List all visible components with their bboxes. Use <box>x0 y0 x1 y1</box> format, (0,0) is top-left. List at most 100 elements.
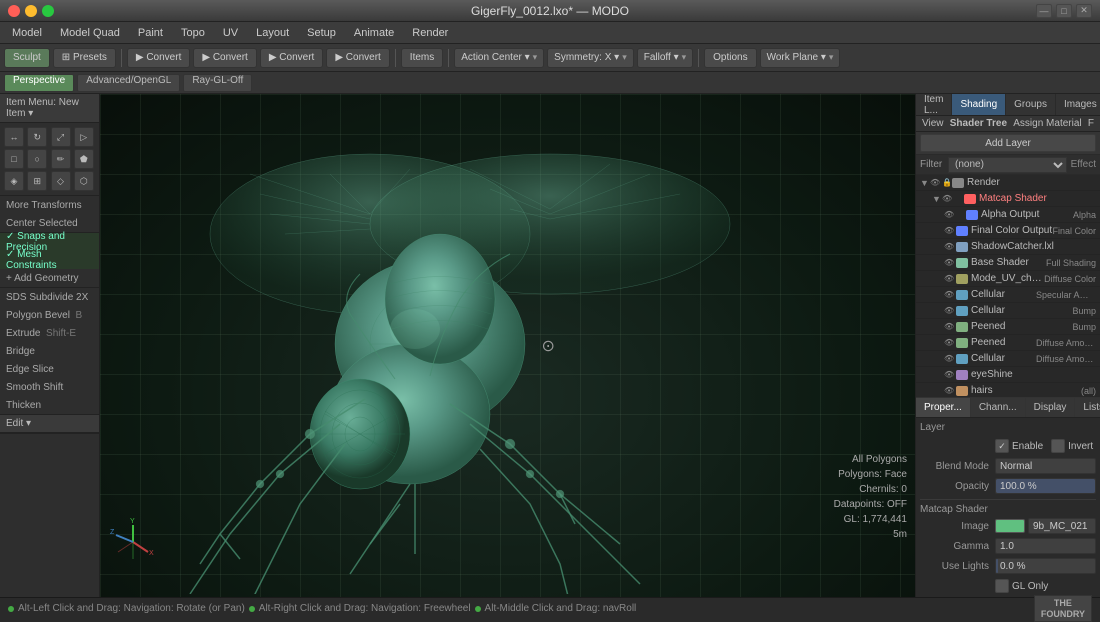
mesh-constraints[interactable]: ✓ Mesh Constraints <box>0 251 99 269</box>
tree-item-shadowcatcher[interactable]: 👁 ShadowCatcher.lxl <box>916 239 1100 255</box>
convert-btn-2[interactable]: ▶ Convert <box>193 48 256 68</box>
invert-checkbox[interactable] <box>1051 439 1065 453</box>
minimize-button[interactable] <box>25 5 37 17</box>
bridge[interactable]: Bridge <box>0 342 99 360</box>
visibility-icon[interactable]: 👁 <box>944 354 956 363</box>
presets-button[interactable]: ⊞ Presets <box>53 48 116 68</box>
use-lights-value[interactable]: 0.0 % <box>995 558 1096 574</box>
tool-box[interactable]: □ <box>4 149 24 169</box>
close-button[interactable] <box>8 5 20 17</box>
menu-item-animate[interactable]: Animate <box>346 25 402 41</box>
visibility-icon[interactable]: 👁 <box>944 290 956 299</box>
menu-item-setup[interactable]: Setup <box>299 25 344 41</box>
tree-item-eyeshine[interactable]: 👁 eyeShine <box>916 367 1100 383</box>
visibility-icon[interactable]: 👁 <box>944 242 956 251</box>
symmetry-dropdown[interactable]: Symmetry: X ▾ <box>547 48 634 68</box>
item-menu-dropdown[interactable]: Item Menu: New Item ▾ <box>0 94 99 123</box>
visibility-icon[interactable]: 👁 <box>942 194 954 203</box>
convert-btn-4[interactable]: ▶ Convert <box>326 48 389 68</box>
sds-subdivide[interactable]: SDS Subdivide 2X <box>0 288 99 306</box>
menu-item-paint[interactable]: Paint <box>130 25 171 41</box>
tree-item-alpha[interactable]: 👁 Alpha Output Alpha <box>916 207 1100 223</box>
add-layer-button[interactable]: Add Layer <box>920 134 1096 152</box>
tree-item-final-color[interactable]: 👁 Final Color Output Final Color <box>916 223 1100 239</box>
edge-slice[interactable]: Edge Slice <box>0 360 99 378</box>
navigation-gizmo[interactable]: X Y Z <box>108 517 158 567</box>
lists-tab[interactable]: Lists <box>1075 398 1100 417</box>
gl-only-checkbox[interactable] <box>995 579 1009 593</box>
tool-v3[interactable]: ◇ <box>51 171 71 191</box>
tool-v2[interactable]: ⊞ <box>27 171 47 191</box>
sculpt-button[interactable]: Sculpt <box>4 48 50 68</box>
tool-move[interactable]: ↔ <box>4 127 24 147</box>
visibility-icon[interactable]: 👁 <box>944 210 956 219</box>
proper-tab[interactable]: Proper... <box>916 398 971 417</box>
blend-mode-value[interactable]: Normal <box>995 458 1096 474</box>
workplane-dropdown[interactable]: Work Plane ▾ <box>760 48 841 68</box>
visibility-icon[interactable]: 👁 <box>944 258 956 267</box>
chann-tab[interactable]: Chann... <box>971 398 1026 417</box>
more-transforms[interactable]: More Transforms <box>0 196 99 214</box>
f-label[interactable]: F <box>1088 118 1094 129</box>
shading-tab[interactable]: Shading <box>952 94 1006 115</box>
visibility-icon[interactable]: 👁 <box>944 306 956 315</box>
menu-item-uv[interactable]: UV <box>215 25 246 41</box>
tree-item-peened-2[interactable]: 👁 Peened Diffuse Amount <box>916 335 1100 351</box>
maximize-button[interactable] <box>42 5 54 17</box>
groups-tab[interactable]: Groups <box>1006 94 1056 115</box>
options-button[interactable]: Options <box>704 48 756 68</box>
raygl-tab[interactable]: Ray-GL-Off <box>183 74 252 92</box>
menu-item-model[interactable]: Model <box>4 25 50 41</box>
filter-select[interactable]: (none) <box>948 157 1067 173</box>
display-tab[interactable]: Display <box>1026 398 1076 417</box>
add-geometry[interactable]: + Add Geometry <box>0 269 99 287</box>
thicken[interactable]: Thicken <box>0 396 99 414</box>
falloff-dropdown[interactable]: Falloff ▾ <box>637 48 693 68</box>
menu-item-layout[interactable]: Layout <box>248 25 297 41</box>
tree-item-matcap[interactable]: ▼ 👁 Matcap Shader <box>916 191 1100 207</box>
visibility-icon[interactable]: 👁 <box>944 370 956 379</box>
enable-checkbox[interactable]: ✓ <box>995 439 1009 453</box>
menu-item-render[interactable]: Render <box>404 25 456 41</box>
visibility-icon[interactable]: 👁 <box>930 178 942 187</box>
tool-rotate[interactable]: ↻ <box>27 127 47 147</box>
lock-icon[interactable]: 🔒 <box>942 178 952 187</box>
tree-item-mode-uv[interactable]: 👁 Mode_UV_checker Diffuse Color <box>916 271 1100 287</box>
win-btn-2[interactable]: □ <box>1056 4 1072 18</box>
tool-paint[interactable]: ⬟ <box>74 149 94 169</box>
tree-item-render[interactable]: ▼ 👁 🔒 Render <box>916 175 1100 191</box>
convert-btn-3[interactable]: ▶ Convert <box>260 48 323 68</box>
tree-item-cellular-2[interactable]: 👁 Cellular Bump <box>916 303 1100 319</box>
visibility-icon[interactable]: 👁 <box>944 274 956 283</box>
image-swatch[interactable] <box>995 519 1025 533</box>
win-btn-3[interactable]: ✕ <box>1076 4 1092 18</box>
perspective-tab[interactable]: Perspective <box>4 74 74 92</box>
tool-v4[interactable]: ⬡ <box>74 171 94 191</box>
opacity-value[interactable]: 100.0 % <box>995 478 1096 494</box>
gamma-value[interactable]: 1.0 <box>995 538 1096 554</box>
items-button[interactable]: Items <box>401 48 443 68</box>
visibility-icon[interactable]: 👁 <box>944 386 956 395</box>
assign-material-btn[interactable]: Assign Material <box>1013 118 1081 129</box>
menu-item-topo[interactable]: Topo <box>173 25 213 41</box>
convert-btn-1[interactable]: ▶ Convert <box>127 48 190 68</box>
viewport[interactable]: All Polygons Polygons: Face Chernils: 0 … <box>100 94 915 597</box>
advanced-opengl-tab[interactable]: Advanced/OpenGL <box>77 74 180 92</box>
extrude[interactable]: Extrude Shift-E <box>0 324 99 342</box>
visibility-icon[interactable]: 👁 <box>944 226 956 235</box>
tool-scale[interactable]: ⤢ <box>51 127 71 147</box>
edit-dropdown[interactable]: Edit ▾ <box>0 415 99 433</box>
images-tab[interactable]: Images <box>1056 94 1100 115</box>
tool-sphere[interactable]: ○ <box>27 149 47 169</box>
smooth-shift[interactable]: Smooth Shift <box>0 378 99 396</box>
visibility-icon[interactable]: 👁 <box>944 322 956 331</box>
tree-item-hairs[interactable]: 👁 hairs (all) <box>916 383 1100 397</box>
center-selected[interactable]: Center Selected <box>0 214 99 232</box>
win-btn-1[interactable]: — <box>1036 4 1052 18</box>
items-layer-tab[interactable]: Item L... <box>916 94 952 115</box>
tool-pen[interactable]: ✏ <box>51 149 71 169</box>
tree-item-peened-1[interactable]: 👁 Peened Bump <box>916 319 1100 335</box>
image-value[interactable]: 9b_MC_021 <box>1028 518 1096 534</box>
polygon-bevel[interactable]: Polygon Bevel B <box>0 306 99 324</box>
tool-v1[interactable]: ◈ <box>4 171 24 191</box>
